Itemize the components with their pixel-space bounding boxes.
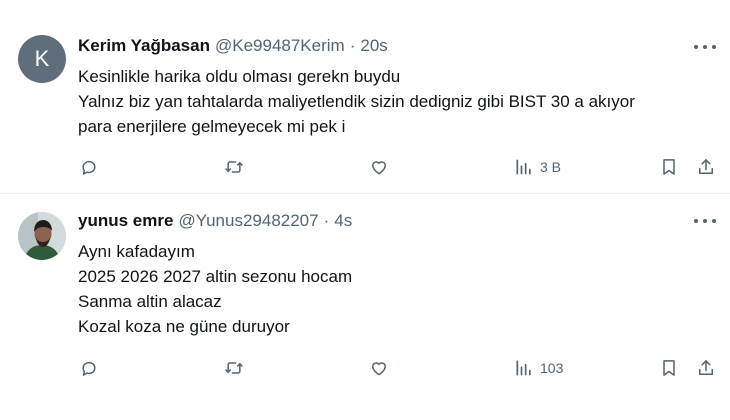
views-count: 3 B [540,159,562,175]
tweet-actions: 3 B [0,155,730,179]
bookmark-button[interactable] [659,356,679,380]
views-icon [516,360,531,376]
retweet-button[interactable] [224,155,244,179]
more-icon[interactable] [694,38,716,56]
timestamp[interactable]: 20s [360,36,387,56]
display-name[interactable]: Kerim Yağbasan [78,36,210,56]
avatar-letter: K [34,46,50,71]
views-button[interactable]: 103 [514,356,563,380]
separator-dot: · [349,36,356,55]
bookmark-button[interactable] [659,155,679,179]
tweet-header: yunus emre @Yunus29482207 · 4s [78,211,352,231]
tweet-text-line: para enerjilere gelmeyecek mi pek i [78,117,346,136]
tweet-text-line: Kozal koza ne güne duruyor [78,317,290,336]
user-handle[interactable]: @Ke99487Kerim [215,36,345,56]
tweet-text: Kesinlikle harika oldu olması gerekn buy… [78,64,635,139]
share-icon [699,159,713,174]
share-button[interactable] [696,356,716,380]
tweet-text-line: Kesinlikle harika oldu olması gerekn buy… [78,67,401,86]
more-icon[interactable] [694,212,716,230]
reply-icon [82,160,96,175]
reply-button[interactable] [79,155,99,179]
tweet-header: Kerim Yağbasan @Ke99487Kerim · 20s [78,36,388,56]
tweet-actions: 103 [0,356,730,380]
like-button[interactable] [369,356,389,380]
avatar[interactable] [18,212,66,260]
tweet-text-line: Aynı kafadayım [78,242,195,261]
bookmark-icon [663,360,675,376]
tweet-text-line: Sanma altin alacaz [78,292,222,311]
like-button[interactable] [369,155,389,179]
views-icon [516,159,531,175]
tweet-text: Aynı kafadayım 2025 2026 2027 altin sezo… [78,239,352,339]
like-icon [372,161,386,175]
bookmark-icon [663,159,675,175]
views-count: 103 [540,360,564,376]
views-button[interactable]: 3 B [514,155,561,179]
retweet-button[interactable] [224,356,244,380]
share-button[interactable] [696,155,716,179]
like-icon [372,362,386,376]
user-handle[interactable]: @Yunus29482207 [178,211,318,231]
retweet-icon [225,161,243,173]
profile-photo [18,212,66,260]
retweet-icon [225,362,243,374]
separator-dot: · [323,211,330,230]
tweet-text-line: Yalnız biz yan tahtalarda maliyetlendik … [78,92,635,111]
display-name[interactable]: yunus emre [78,211,173,231]
avatar[interactable]: K [18,35,66,83]
timestamp[interactable]: 4s [334,211,352,231]
reply-icon [82,361,96,376]
share-icon [699,360,713,375]
tweet-text-line: 2025 2026 2027 altin sezonu hocam [78,267,353,286]
reply-button[interactable] [79,356,99,380]
tweet[interactable]: K Kerim Yağbasan @Ke99487Kerim · 20s Kes… [0,0,730,193]
